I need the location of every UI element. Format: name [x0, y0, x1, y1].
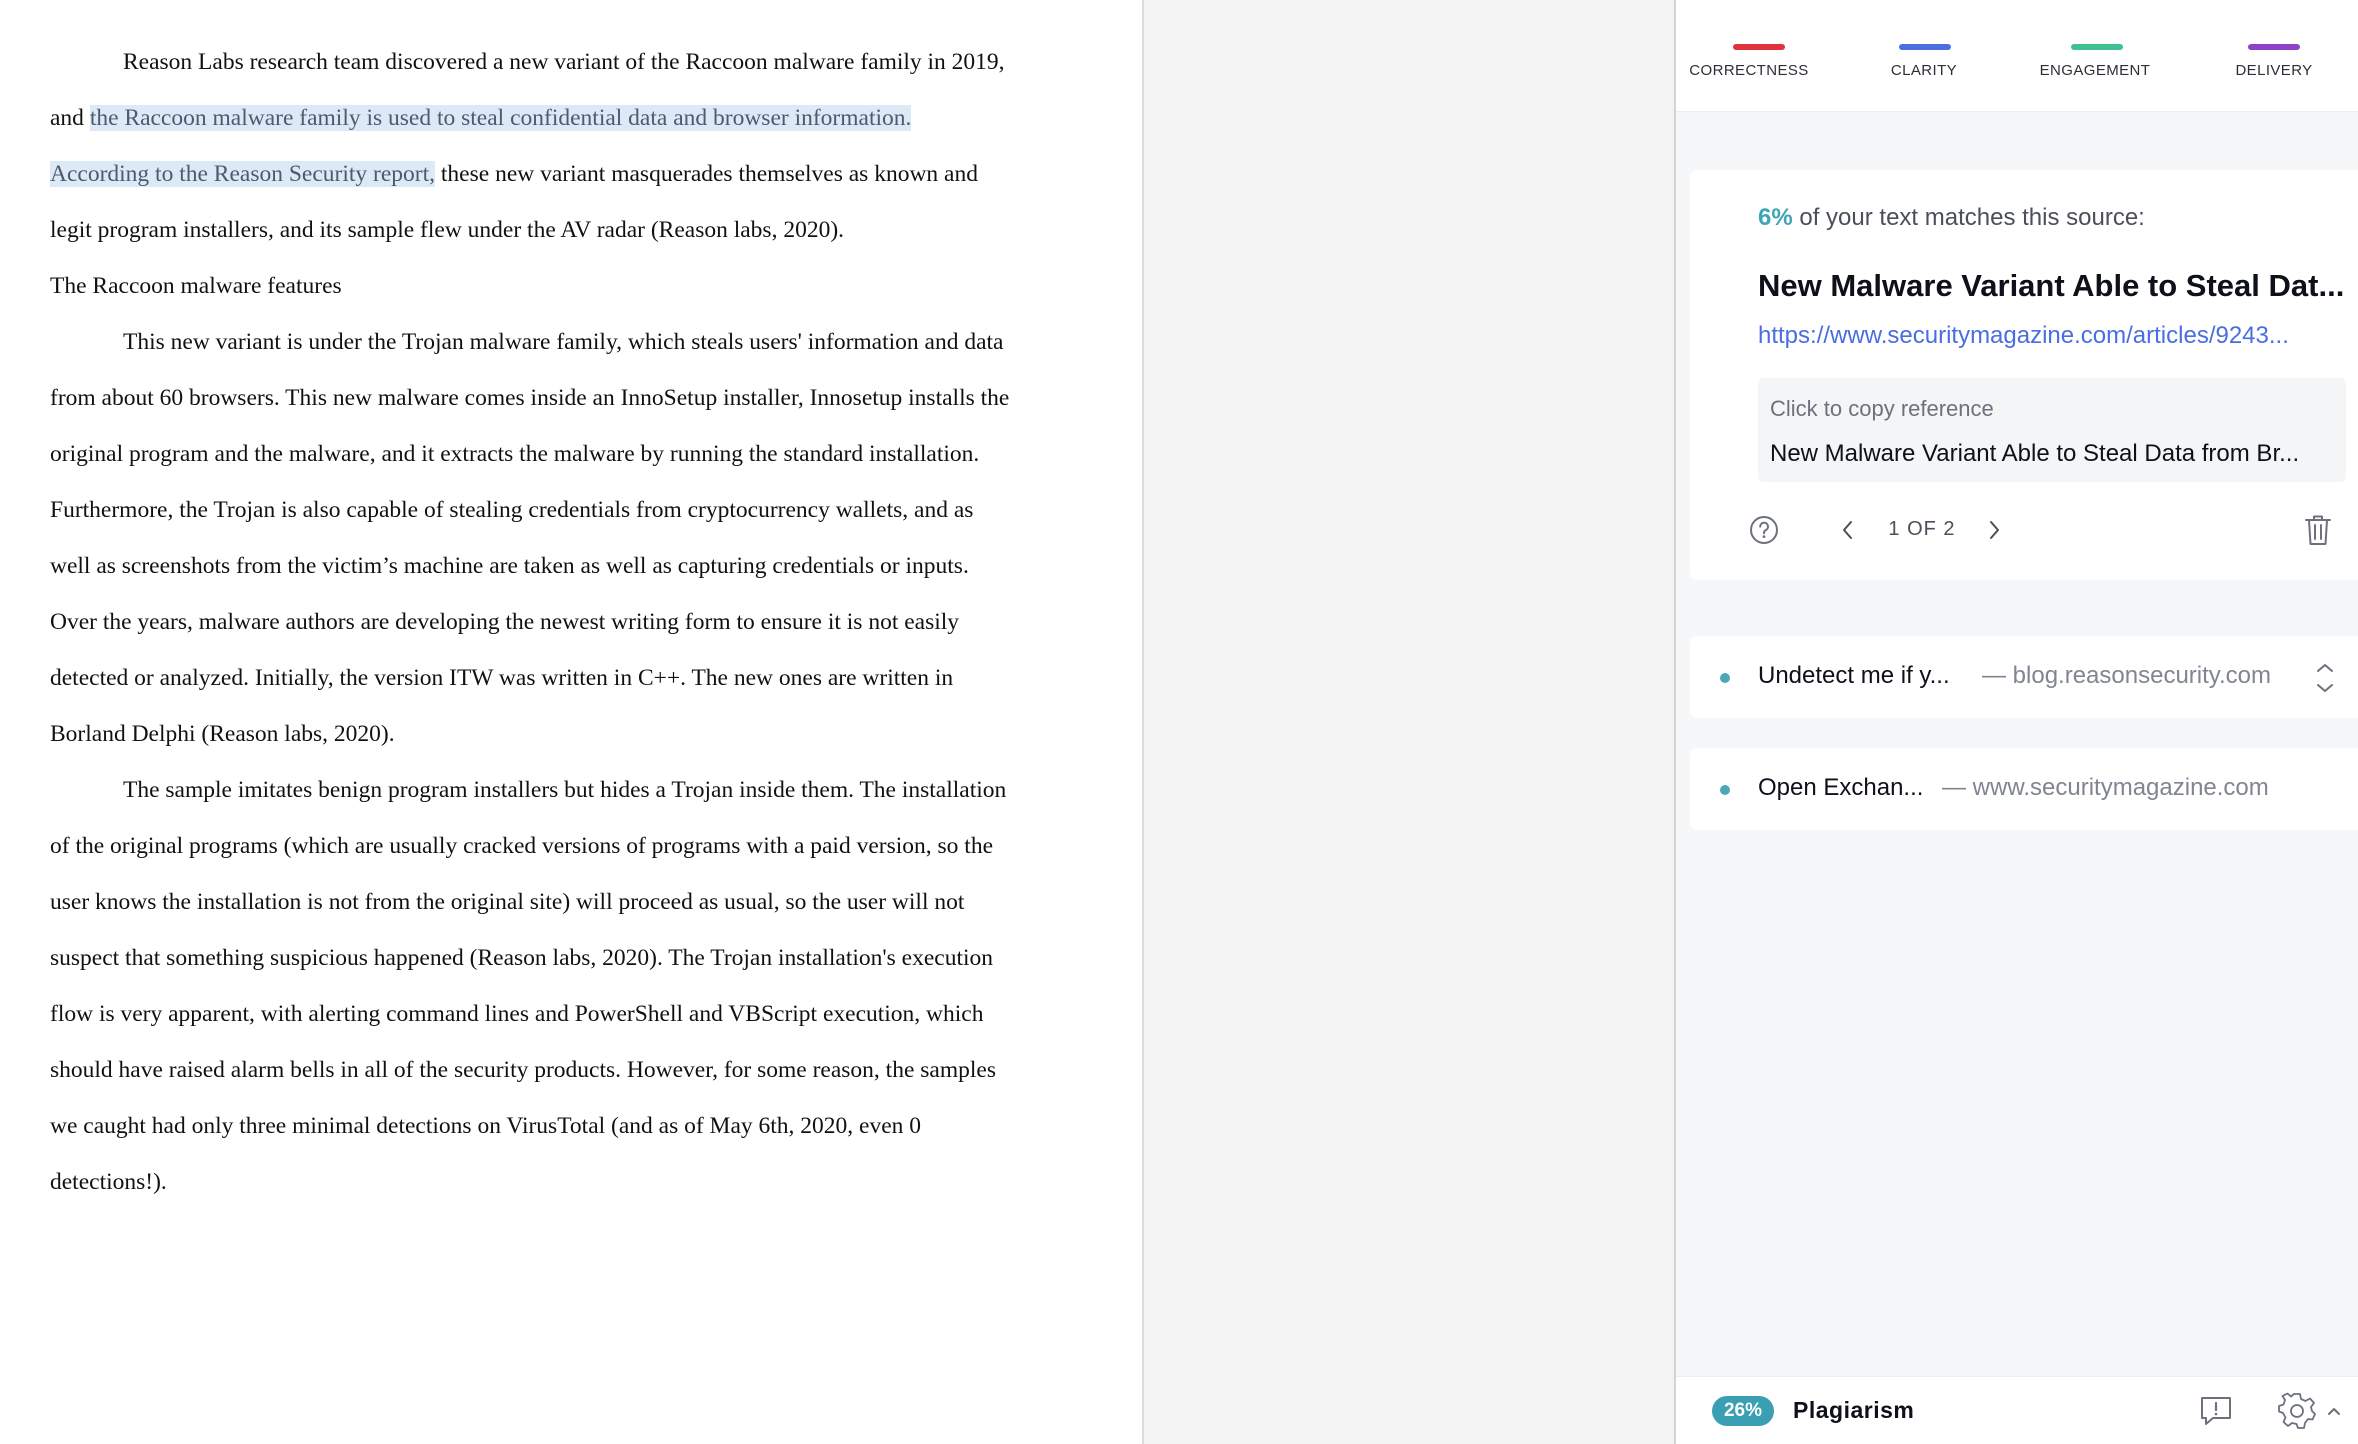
plagiarism-score-badge[interactable]: 26% — [1712, 1396, 1774, 1426]
feedback-icon[interactable] — [2196, 1391, 2236, 1431]
tab-delivery-label: DELIVERY — [2235, 62, 2313, 79]
tab-clarity-label: CLARITY — [1890, 62, 1958, 79]
source-item-name: Undetect me if y... — [1758, 662, 1950, 689]
plagiarism-label[interactable]: Plagiarism — [1793, 1397, 1914, 1424]
match-text: of your text matches this source: — [1799, 204, 2145, 231]
bottom-bar: 26% Plagiarism — [1676, 1376, 2358, 1444]
correctness-bar — [1733, 44, 1785, 50]
source-item[interactable]: Undetect me if y... — blog.reasonsecurit… — [1690, 636, 2358, 718]
card-footer: 1 OF 2 — [1690, 510, 2358, 562]
tab-engagement-label: ENGAGEMENT — [2039, 62, 2151, 79]
tab-correctness[interactable]: CORRECTNESS — [1676, 0, 1826, 112]
tab-correctness-label: CORRECTNESS — [1689, 62, 1809, 79]
chevron-up-icon[interactable] — [2324, 1399, 2344, 1423]
source-item-name: Open Exchan... — [1758, 774, 1924, 801]
trash-icon[interactable] — [2298, 510, 2338, 550]
document-margin — [1142, 0, 1676, 1444]
copy-reference-button[interactable]: Click to copy reference New Malware Vari… — [1758, 378, 2346, 482]
source-item[interactable]: Open Exchan... — www.securitymagazine.co… — [1690, 748, 2358, 830]
tab-delivery[interactable]: DELIVERY — [2192, 0, 2352, 112]
clarity-bar — [1899, 44, 1951, 50]
source-url-link[interactable]: https://www.securitymagazine.com/article… — [1758, 322, 2348, 350]
engagement-bar — [2071, 44, 2123, 50]
source-bullet — [1720, 785, 1730, 795]
match-percent: 6% — [1758, 204, 1793, 231]
plagiarism-source-card[interactable]: 6% of your text matches this source: New… — [1690, 170, 2358, 580]
chevron-up-down-icon[interactable] — [2310, 656, 2340, 700]
paragraph-2[interactable]: This new variant is under the Trojan mal… — [50, 314, 1010, 762]
paragraph-1[interactable]: Reason Labs research team discovered a n… — [50, 34, 1010, 258]
question-circle-icon[interactable] — [1746, 512, 1782, 548]
source-title: New Malware Variant Able to Steal Dat... — [1758, 268, 2345, 303]
score-tabs: CORRECTNESS CLARITY ENGAGEMENT DELIVERY — [1676, 0, 2358, 112]
section-heading: The Raccoon malware features — [50, 273, 342, 299]
document-text[interactable]: Reason Labs research team discovered a n… — [50, 34, 1010, 1210]
tab-engagement[interactable]: ENGAGEMENT — [2020, 0, 2170, 112]
gear-icon[interactable] — [2274, 1389, 2320, 1433]
chevron-left-icon[interactable] — [1830, 512, 1866, 548]
paragraph-3[interactable]: The sample imitates benign program insta… — [50, 762, 1010, 1210]
match-summary: 6% of your text matches this source: — [1758, 204, 2145, 232]
copy-reference-hint: Click to copy reference — [1770, 396, 1994, 421]
chevron-right-icon[interactable] — [1976, 512, 2012, 548]
pager-count: 1 OF 2 — [1888, 518, 1956, 540]
assistant-sidebar: CORRECTNESS CLARITY ENGAGEMENT DELIVERY … — [1676, 0, 2358, 1444]
source-item-domain: — www.securitymagazine.com — [1942, 774, 2269, 801]
document-pane[interactable]: Reason Labs research team discovered a n… — [0, 0, 1142, 1444]
tab-clarity[interactable]: CLARITY — [1849, 0, 1999, 112]
reference-text: New Malware Variant Able to Steal Data f… — [1770, 440, 2300, 467]
source-item-domain: — blog.reasonsecurity.com — [1982, 662, 2272, 689]
delivery-bar — [2248, 44, 2300, 50]
source-bullet — [1720, 673, 1730, 683]
